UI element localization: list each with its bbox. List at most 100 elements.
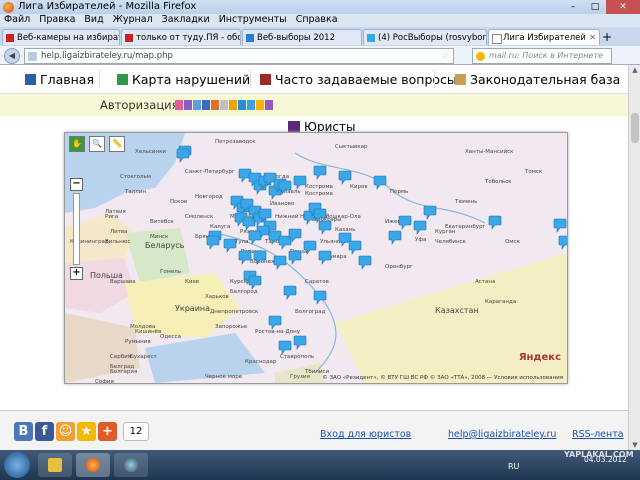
map-city-label: Литва xyxy=(110,229,128,235)
share-icon[interactable]: B xyxy=(14,422,33,441)
share-icon[interactable]: ☺ xyxy=(56,422,75,441)
tab-webcams[interactable]: Веб-камеры на избирате... xyxy=(2,29,120,45)
map-city-label: Астана xyxy=(475,279,495,285)
menu-edit[interactable]: Правка xyxy=(39,14,75,27)
map-city-label: Курган xyxy=(435,229,456,235)
maximize-button[interactable]: □ xyxy=(584,0,606,14)
zoom-slider[interactable] xyxy=(73,193,80,265)
back-button[interactable]: ◀ xyxy=(4,48,20,64)
tab-strip: Веб-камеры на избирате... только от туду… xyxy=(0,27,640,46)
map-city-label: Санкт-Петербург xyxy=(185,169,235,175)
new-tab-button[interactable]: + xyxy=(602,30,612,44)
taskbar-app[interactable] xyxy=(114,453,148,477)
share-icon[interactable]: f xyxy=(35,422,54,441)
auth-provider-icon[interactable] xyxy=(184,100,192,110)
nav-legal-base[interactable]: Законодательная база xyxy=(455,72,620,87)
map-city-label: Бухарест xyxy=(130,354,158,360)
tab-todu[interactable]: только от туду.ПЯ - обсу... xyxy=(121,29,241,45)
map-magnifier-tool[interactable]: 🔍 xyxy=(89,136,105,152)
map-city-label: Кострома xyxy=(305,191,333,197)
mailru-search-icon xyxy=(476,52,485,61)
firefox-icon xyxy=(3,2,14,13)
auth-provider-icon[interactable] xyxy=(247,100,255,110)
map-city-label: Краснодар xyxy=(245,359,277,365)
nav-faq[interactable]: Часто задаваемые вопросы xyxy=(260,72,457,87)
authorization-bar: Авторизация: xyxy=(0,94,628,116)
map-city-label: Румыния xyxy=(125,339,151,345)
auth-provider-icon[interactable] xyxy=(220,100,228,110)
map-square-icon xyxy=(117,74,128,85)
rss-link[interactable]: RSS-лента xyxy=(572,429,624,440)
map-city-label: Петрозаводск xyxy=(215,139,256,145)
tab-favicon-icon xyxy=(492,34,502,44)
tab-label: Веб-выборы 2012 xyxy=(257,33,335,43)
nav-divider xyxy=(250,70,251,88)
windows-taskbar: RU 04.03.2012 YAPLAKAL.COM xyxy=(0,450,640,480)
menu-view[interactable]: Вид xyxy=(84,14,103,27)
map-drag-tool[interactable]: ✋ xyxy=(69,136,85,152)
menu-help[interactable]: Справка xyxy=(296,14,338,27)
minimize-button[interactable]: – xyxy=(562,0,584,14)
violations-map[interactable]: Петрозаводск Хельсинки Стокгольм Санкт-Пете… xyxy=(64,132,568,384)
map-ruler-tool[interactable]: 📏 xyxy=(109,136,125,152)
zoom-out-button[interactable]: − xyxy=(70,178,83,191)
nav-divider xyxy=(99,70,100,88)
yandex-logo: Яндекс xyxy=(518,352,561,363)
tab-label: только от туду.ПЯ - обсу... xyxy=(136,33,241,43)
share-count: 12 xyxy=(123,422,149,441)
auth-provider-icon[interactable] xyxy=(175,100,183,110)
close-button[interactable]: ✕ xyxy=(606,0,640,14)
map-city-label: Пермь xyxy=(390,189,408,195)
zoom-in-button[interactable]: + xyxy=(70,267,83,280)
taskbar-firefox[interactable] xyxy=(76,453,110,477)
map-city-label: Караганда xyxy=(485,299,516,305)
scroll-up-icon[interactable]: ▲ xyxy=(629,66,640,74)
tab-close-icon[interactable]: ✕ xyxy=(589,30,596,45)
auth-provider-icon[interactable] xyxy=(211,100,219,110)
tab-label: (4) РосВыборы (rosvybory... xyxy=(378,33,487,43)
scroll-thumb[interactable] xyxy=(631,113,639,143)
menu-history[interactable]: Журнал xyxy=(113,14,153,27)
map-city-label: Ставрополь xyxy=(280,354,314,360)
map-canvas[interactable]: Петрозаводск Хельсинки Стокгольм Санкт-Пете… xyxy=(65,133,567,383)
tab-rosvybory[interactable]: (4) РосВыборы (rosvybory... xyxy=(363,29,487,45)
auth-provider-icon[interactable] xyxy=(202,100,210,110)
map-city-label: Стокгольм xyxy=(120,174,151,180)
nav-violations-map[interactable]: Карта нарушений xyxy=(117,72,250,87)
map-city-label: Омск xyxy=(505,239,521,245)
email-link[interactable]: help@ligaizbirateley.ru xyxy=(448,429,556,440)
menu-bar: Файл Правка Вид Журнал Закладки Инструме… xyxy=(0,14,640,27)
share-icon[interactable]: ★ xyxy=(77,422,96,441)
scroll-down-icon[interactable]: ▼ xyxy=(629,441,640,449)
start-button-icon[interactable] xyxy=(4,452,30,478)
lawyers-login-link[interactable]: Вход для юристов xyxy=(320,429,411,440)
map-city-label: Варшава xyxy=(110,279,136,285)
bookmark-star-icon[interactable]: ☆ xyxy=(441,49,449,63)
page-scrollbar[interactable]: ▲ ▼ xyxy=(628,65,640,450)
nav-home[interactable]: Главная xyxy=(25,72,94,87)
home-square-icon xyxy=(25,74,36,85)
url-bar[interactable]: help.ligaizbirateley.ru/map.php ☆ xyxy=(24,48,454,64)
share-icon[interactable]: + xyxy=(98,422,117,441)
map-city-label: Беларусь xyxy=(145,241,185,250)
nav-home-label: Главная xyxy=(40,72,94,87)
search-input[interactable]: mail.ru: Поиск в Интернете xyxy=(472,48,612,64)
menu-bookmarks[interactable]: Закладки xyxy=(162,14,210,27)
menu-tools[interactable]: Инструменты xyxy=(219,14,287,27)
map-city-label: Казахстан xyxy=(435,306,479,315)
auth-provider-icon[interactable] xyxy=(229,100,237,110)
tab-webvybory[interactable]: Веб-выборы 2012 xyxy=(242,29,362,45)
auth-provider-icon[interactable] xyxy=(265,100,273,110)
taskbar-explorer[interactable] xyxy=(38,453,72,477)
map-city-label: Казань xyxy=(335,227,355,233)
auth-provider-icon[interactable] xyxy=(256,100,264,110)
tab-liga-active[interactable]: Лига Избирателей ✕ xyxy=(488,29,600,45)
nav-law-label: Законодательная база xyxy=(470,72,621,87)
language-indicator[interactable]: RU xyxy=(508,462,519,471)
auth-provider-icon[interactable] xyxy=(193,100,201,110)
map-city-label: Оренбург xyxy=(385,264,413,270)
menu-file[interactable]: Файл xyxy=(4,14,30,27)
auth-provider-icon[interactable] xyxy=(238,100,246,110)
messenger-icon xyxy=(124,458,138,472)
map-city-label: Запорожье xyxy=(215,324,248,330)
